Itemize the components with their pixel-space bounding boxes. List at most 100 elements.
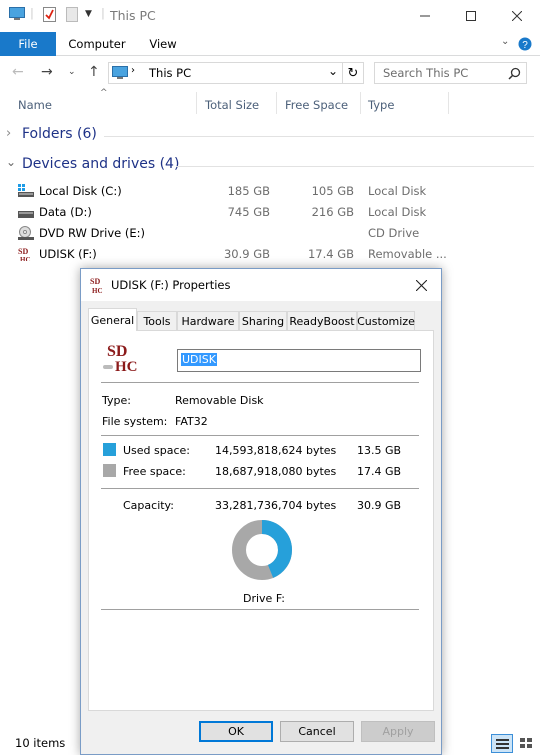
list-item[interactable]: Local Disk (C:) 185 GB 105 GB Local Disk <box>0 181 540 202</box>
drive-name: UDISK (F:) <box>39 247 97 261</box>
drive-total-size: 30.9 GB <box>223 247 270 261</box>
tab-readyboost[interactable]: ReadyBoost <box>287 311 357 330</box>
back-arrow-icon[interactable]: ← <box>12 64 24 80</box>
drive-type: Local Disk <box>368 205 427 219</box>
drive-label-field[interactable]: UDISK <box>177 349 421 372</box>
column-divider[interactable] <box>276 92 277 114</box>
used-space-label: Used space: <box>123 444 191 457</box>
this-pc-icon <box>112 66 128 79</box>
group-divider <box>104 136 534 137</box>
hard-drive-windows-icon <box>18 184 34 197</box>
free-space-gb: 17.4 GB <box>357 465 402 478</box>
refresh-button[interactable]: ↻ <box>342 62 364 84</box>
used-space-gb: 13.5 GB <box>357 444 402 457</box>
maximize-button[interactable] <box>448 0 494 32</box>
large-icons-view-button[interactable] <box>516 734 538 753</box>
tab-computer[interactable]: Computer <box>62 32 132 56</box>
address-dropdown-icon[interactable]: ⌄ <box>328 64 338 78</box>
dialog-title: UDISK (F:) Properties <box>111 278 231 292</box>
tab-hardware[interactable]: Hardware <box>177 311 239 330</box>
item-count: 10 items <box>15 736 66 750</box>
list-item[interactable]: Data (D:) 745 GB 216 GB Local Disk <box>0 202 540 223</box>
drive-type: Removable ... <box>368 247 447 261</box>
recent-locations-icon[interactable]: ⌄ <box>68 67 76 77</box>
dialog-close-button[interactable] <box>411 275 431 295</box>
qat-dropdown-icon[interactable]: ▼ <box>85 9 92 19</box>
navigation-bar: ← → ⌄ ↑ › This PC ⌄ ↻ Search This PC <box>0 56 540 90</box>
dvd-drive-icon <box>18 226 34 240</box>
search-icon[interactable] <box>508 67 521 80</box>
breadcrumb-chevron-icon[interactable]: › <box>131 65 135 76</box>
search-input[interactable]: Search This PC <box>383 66 468 80</box>
drive-free-space: 105 GB <box>311 184 354 198</box>
dialog-title-bar[interactable]: SD HC UDISK (F:) Properties <box>81 269 441 301</box>
drive-name: Local Disk (C:) <box>39 184 122 198</box>
file-system-value: FAT32 <box>175 415 208 428</box>
tab-sharing[interactable]: Sharing <box>239 311 287 330</box>
properties-dialog: SD HC UDISK (F:) Properties General Tool… <box>80 268 442 755</box>
column-type[interactable]: Type <box>368 98 394 112</box>
ok-button[interactable]: OK <box>199 721 273 742</box>
svg-text:?: ? <box>522 40 528 51</box>
sdhc-card-icon: SD HC <box>18 247 31 261</box>
expand-ribbon-icon[interactable]: ⌄ <box>501 36 509 47</box>
search-box[interactable]: Search This PC <box>374 62 527 84</box>
breadcrumb-this-pc[interactable]: This PC <box>149 66 191 80</box>
tab-file[interactable]: File <box>0 32 56 56</box>
drive-name: Data (D:) <box>39 205 92 219</box>
chevron-right-icon[interactable]: › <box>6 126 11 141</box>
tab-tools[interactable]: Tools <box>137 311 177 330</box>
drive-letter-label: Drive F: <box>243 592 286 605</box>
large-icons-view-icon <box>520 738 532 748</box>
group-divider <box>176 166 534 167</box>
close-button[interactable] <box>494 0 540 32</box>
drive-name: DVD RW Drive (E:) <box>39 226 146 240</box>
chevron-down-icon[interactable]: ⌄ <box>6 155 16 169</box>
used-space-bytes: 14,593,818,624 bytes <box>215 444 337 457</box>
group-devices[interactable]: ⌄ Devices and drives (4) <box>0 155 540 177</box>
divider <box>101 488 419 489</box>
column-divider[interactable] <box>360 92 361 114</box>
divider <box>101 382 419 383</box>
cancel-button[interactable]: Cancel <box>280 721 354 742</box>
minimize-button[interactable] <box>402 0 448 32</box>
this-pc-icon <box>9 7 25 20</box>
sdhc-card-icon: SD HC <box>90 277 103 294</box>
file-system-label: File system: <box>102 415 168 428</box>
drive-total-size: 185 GB <box>227 184 270 198</box>
list-item[interactable]: SD HC UDISK (F:) 30.9 GB 17.4 GB Removab… <box>0 244 540 265</box>
type-value: Removable Disk <box>175 394 264 407</box>
svg-text:HC: HC <box>20 256 31 261</box>
apply-button[interactable]: Apply <box>361 721 435 742</box>
drive-total-size: 745 GB <box>227 205 270 219</box>
column-name[interactable]: Name <box>18 98 52 112</box>
free-space-label: Free space: <box>123 465 186 478</box>
close-icon <box>415 279 427 291</box>
disk-usage-donut <box>232 520 292 580</box>
address-bar[interactable]: › This PC ⌄ <box>108 62 364 84</box>
column-divider[interactable] <box>448 92 449 114</box>
sdhc-card-icon: SD HC <box>103 343 143 379</box>
details-view-button[interactable] <box>491 734 513 753</box>
tab-view[interactable]: View <box>142 32 184 56</box>
divider <box>101 609 419 610</box>
properties-check-icon[interactable] <box>43 7 56 22</box>
new-folder-icon[interactable] <box>66 7 78 22</box>
tab-general[interactable]: General <box>88 308 137 331</box>
hard-drive-icon <box>18 211 34 218</box>
type-label: Type: <box>102 394 131 407</box>
group-folders[interactable]: › Folders (6) <box>0 125 540 147</box>
svg-text:SD: SD <box>18 247 28 256</box>
up-arrow-icon[interactable]: ↑ <box>88 64 100 80</box>
drive-type: Local Disk <box>368 184 427 198</box>
column-total-size[interactable]: Total Size <box>205 98 259 112</box>
column-free-space[interactable]: Free Space <box>285 98 348 112</box>
drive-free-space: 17.4 GB <box>307 247 354 261</box>
title-separator: | <box>101 6 105 20</box>
column-divider[interactable] <box>196 92 197 114</box>
free-space-swatch <box>103 464 116 477</box>
help-icon[interactable]: ? <box>518 37 532 51</box>
list-item[interactable]: DVD RW Drive (E:) CD Drive <box>0 223 540 244</box>
forward-arrow-icon[interactable]: → <box>41 64 53 80</box>
tab-customize[interactable]: Customize <box>357 311 415 330</box>
